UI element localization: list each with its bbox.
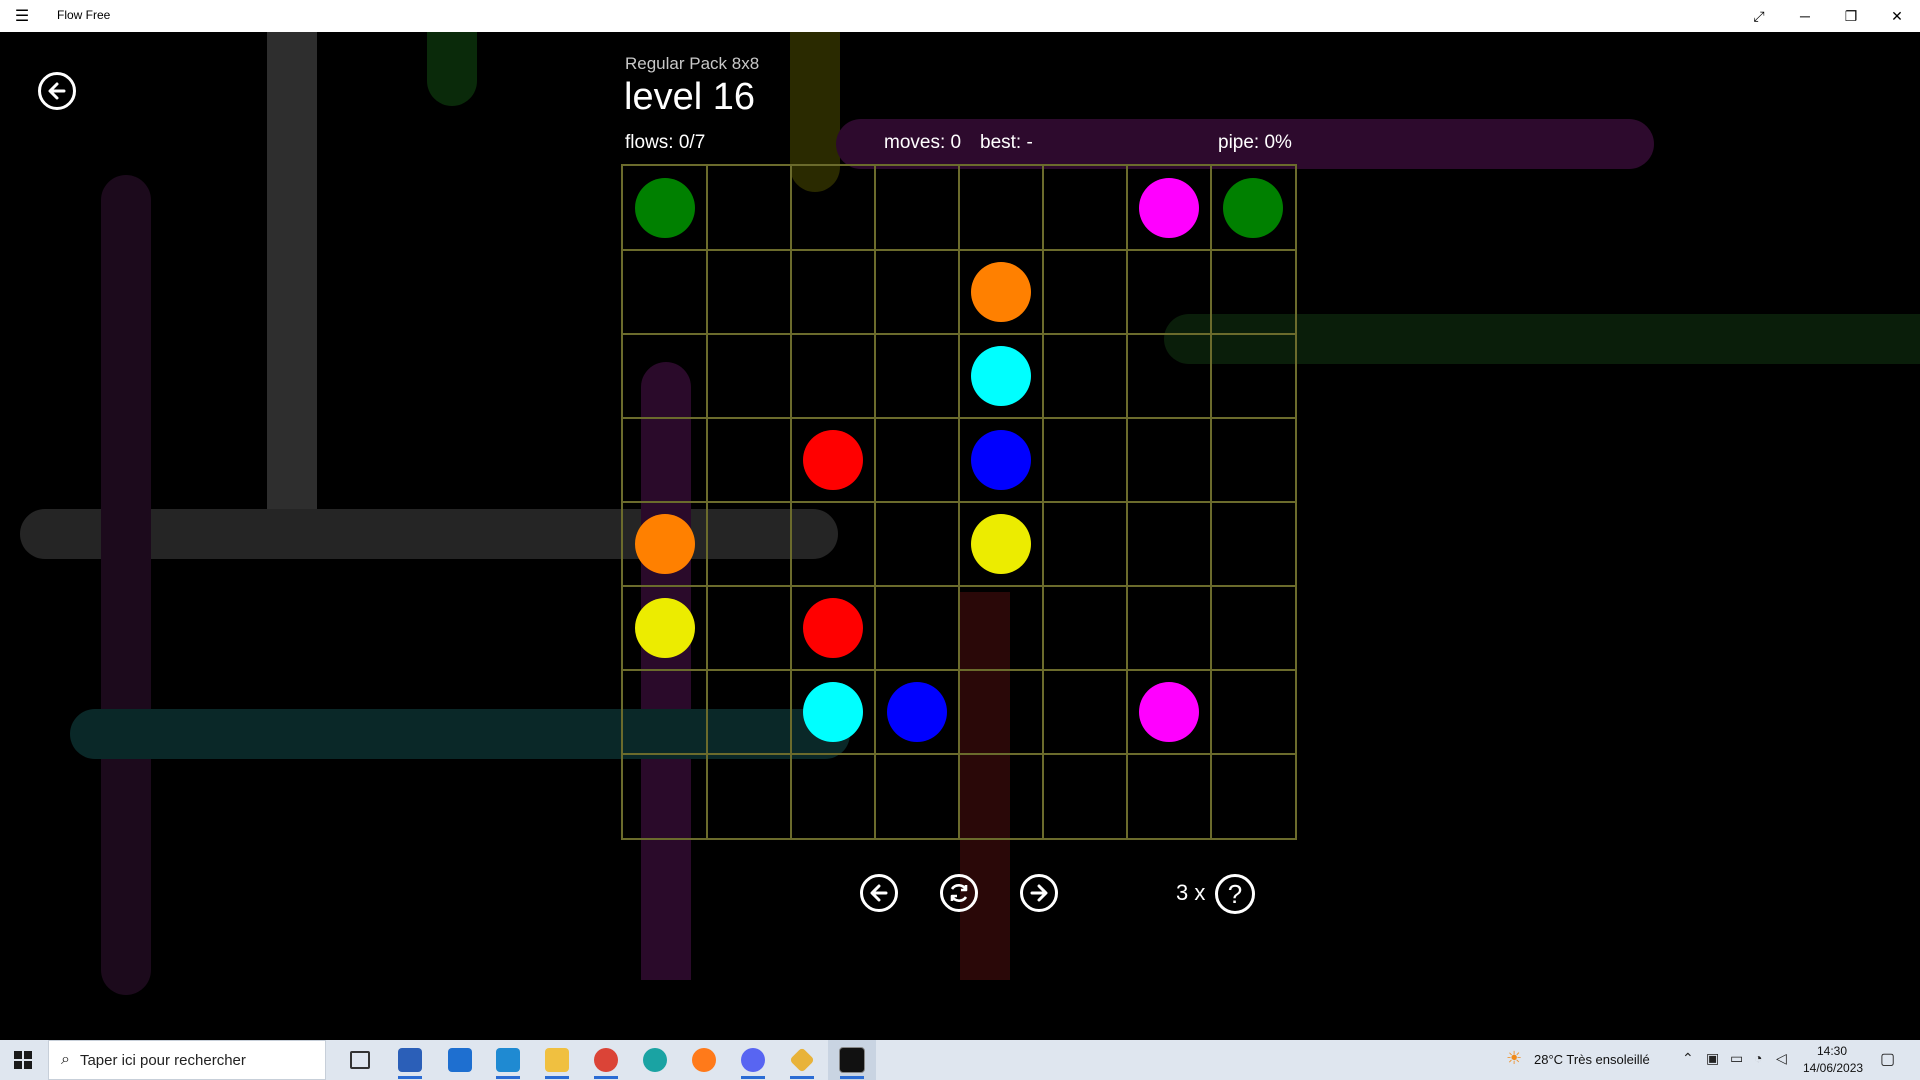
yellow-dot[interactable] — [635, 598, 695, 658]
edge-app[interactable] — [631, 1040, 679, 1080]
clock-date[interactable]: 14/06/2023 — [1803, 1061, 1863, 1075]
start-button[interactable] — [0, 1040, 46, 1080]
background-pipe — [427, 32, 477, 106]
arrow-left-icon — [48, 82, 66, 100]
close-button[interactable]: ✕ — [1874, 0, 1920, 32]
yellow-dot[interactable] — [971, 514, 1031, 574]
next-level-button[interactable] — [1020, 874, 1058, 912]
pack-name: Regular Pack 8x8 — [625, 54, 760, 73]
store-icon — [398, 1048, 422, 1072]
clock-time[interactable]: 14:30 — [1817, 1044, 1847, 1058]
search-icon: ⌕ — [61, 1051, 70, 1068]
green-dot[interactable] — [1223, 178, 1283, 238]
green-dot[interactable] — [635, 178, 695, 238]
windows-logo-icon — [14, 1051, 32, 1069]
orange-dot[interactable] — [635, 514, 695, 574]
fullscreen-icon[interactable]: ⤢ — [1736, 0, 1782, 32]
restart-button[interactable] — [940, 874, 978, 912]
grid-line — [1042, 166, 1044, 838]
taskbar: ⌕ Taper ici pour rechercher ☀ 28°C Très … — [0, 1040, 1920, 1080]
game-area: Regular Pack 8x8 level 16 flows: 0/7 mov… — [0, 32, 1920, 1040]
file-explorer-app[interactable] — [533, 1040, 581, 1080]
task-view-button[interactable] — [336, 1040, 384, 1080]
firefox-icon — [692, 1048, 716, 1072]
tray-app-icon[interactable]: ▣ — [1706, 1050, 1719, 1067]
magenta-dot[interactable] — [1139, 682, 1199, 742]
background-pipe — [267, 32, 317, 542]
chevron-up-icon[interactable]: ⌃ — [1682, 1050, 1694, 1067]
app-shortcut[interactable] — [778, 1040, 826, 1080]
flows-counter: flows: 0/7 — [625, 132, 706, 153]
grid-line — [623, 669, 1295, 671]
mail-icon — [448, 1048, 472, 1072]
grid-line — [623, 585, 1295, 587]
weather-sun-icon: ☀ — [1506, 1048, 1523, 1068]
cyan-dot[interactable] — [971, 346, 1031, 406]
arrow-right-icon — [1030, 884, 1048, 902]
pipe-percentage: pipe: 0% — [1218, 132, 1292, 153]
firefox-app[interactable] — [680, 1040, 728, 1080]
best-score: best: - — [980, 132, 1033, 153]
task-view-icon — [350, 1051, 370, 1069]
level-title: level 16 — [624, 76, 755, 118]
vscode-app[interactable] — [484, 1040, 532, 1080]
cyan-dot[interactable] — [803, 682, 863, 742]
grid-line — [623, 501, 1295, 503]
grid-line — [623, 753, 1295, 755]
magenta-dot[interactable] — [1139, 178, 1199, 238]
title-bar: ☰ Flow Free ⤢ ─ ❐ ✕ — [0, 0, 1920, 32]
orange-dot[interactable] — [971, 262, 1031, 322]
edge-icon — [643, 1048, 667, 1072]
restore-button[interactable]: ❐ — [1828, 0, 1874, 32]
background-pipe — [101, 175, 151, 995]
moves-counter: moves: 0 — [884, 132, 962, 153]
folder-icon — [545, 1048, 569, 1072]
app-icon — [789, 1047, 815, 1073]
flow-free-icon — [839, 1047, 865, 1073]
mail-app[interactable] — [436, 1040, 484, 1080]
back-button[interactable] — [38, 72, 76, 110]
previous-level-button[interactable] — [860, 874, 898, 912]
weather-text[interactable]: 28°C Très ensoleillé — [1534, 1052, 1650, 1067]
red-dot[interactable] — [803, 430, 863, 490]
vscode-icon — [496, 1048, 520, 1072]
restart-icon — [950, 884, 968, 902]
hamburger-menu-icon[interactable]: ☰ — [12, 6, 32, 26]
search-placeholder: Taper ici pour rechercher — [79, 1051, 246, 1069]
volume-icon[interactable]: ◁ — [1776, 1050, 1787, 1067]
window-title: Flow Free — [57, 8, 111, 22]
wifi-icon[interactable]: ◔ — [1754, 1050, 1762, 1066]
red-dot[interactable] — [803, 598, 863, 658]
game-board[interactable] — [621, 164, 1297, 840]
taskbar-search-box[interactable]: ⌕ Taper ici pour rechercher — [48, 1040, 326, 1080]
chrome-icon — [594, 1048, 618, 1072]
grid-line — [1210, 166, 1212, 838]
hint-button[interactable]: ? — [1215, 874, 1255, 914]
blue-dot[interactable] — [971, 430, 1031, 490]
notification-icon[interactable]: ▢ — [1880, 1049, 1895, 1069]
minimize-button[interactable]: ─ — [1782, 0, 1828, 32]
discord-icon — [741, 1048, 765, 1072]
store-app[interactable] — [386, 1040, 434, 1080]
battery-icon[interactable]: ▭ — [1730, 1050, 1743, 1067]
blue-dot[interactable] — [887, 682, 947, 742]
flow-free-app[interactable] — [828, 1040, 876, 1080]
chrome-app[interactable] — [582, 1040, 630, 1080]
hints-count: 3 x — [1176, 880, 1206, 905]
grid-line — [1126, 166, 1128, 838]
arrow-left-icon — [870, 884, 888, 902]
discord-app[interactable] — [729, 1040, 777, 1080]
